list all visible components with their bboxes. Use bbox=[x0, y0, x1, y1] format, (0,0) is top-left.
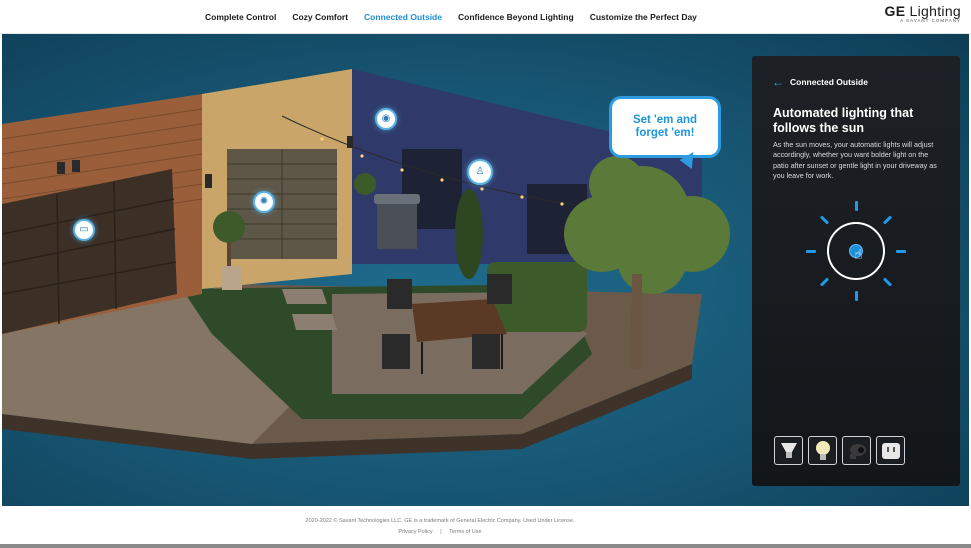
wall-light bbox=[205, 174, 212, 188]
stepping-stone bbox=[292, 314, 337, 330]
nav-customize-perfect-day[interactable]: Customize the Perfect Day bbox=[590, 12, 697, 22]
nav-complete-control[interactable]: Complete Control bbox=[205, 12, 276, 22]
nav-cozy-comfort[interactable]: Cozy Comfort bbox=[292, 12, 348, 22]
panel-description: As the sun moves, your automatic lights … bbox=[773, 140, 937, 181]
sun-animation[interactable]: ☝ bbox=[806, 201, 906, 301]
top-header: Complete Control Cozy Comfort Connected … bbox=[0, 0, 971, 34]
product-list bbox=[774, 436, 905, 465]
bottom-edge-bar bbox=[0, 544, 971, 548]
patio-light-icon[interactable]: ✺ bbox=[253, 191, 275, 213]
bulb-icon[interactable] bbox=[808, 436, 837, 465]
footer-separator: | bbox=[440, 529, 442, 535]
info-panel: ← Connected Outside Automated lighting t… bbox=[752, 56, 960, 486]
privacy-policy-link[interactable]: Privacy Policy bbox=[398, 529, 432, 535]
topiary bbox=[213, 211, 245, 243]
panel-title: Automated lighting that follows the sun bbox=[773, 106, 914, 135]
tip-text: Set 'em and forget 'em! bbox=[632, 113, 698, 139]
planter bbox=[222, 266, 242, 290]
string-light-icon[interactable]: ♙ bbox=[467, 159, 493, 185]
sun-ray bbox=[882, 277, 893, 287]
terms-of-use-link[interactable]: Terms of Use bbox=[449, 529, 481, 535]
copyright-text: 2020-2022 © Savant Technologies LLC. GE … bbox=[305, 518, 575, 524]
stepping-stone bbox=[282, 289, 327, 304]
camera-icon[interactable]: ◉ bbox=[375, 108, 397, 130]
topiary-trunk bbox=[227, 242, 231, 267]
hand-cursor-icon: ☝ bbox=[854, 246, 863, 262]
cypress bbox=[455, 189, 483, 279]
sun-ray bbox=[806, 250, 816, 253]
sun-ray bbox=[819, 215, 830, 225]
main-nav: Complete Control Cozy Comfort Connected … bbox=[205, 0, 697, 34]
logo-brand: GE bbox=[884, 3, 906, 19]
sun-ray bbox=[882, 215, 893, 225]
footer-links: Privacy Policy | Terms of Use bbox=[0, 529, 880, 535]
wall-light bbox=[57, 162, 65, 174]
sun-ray bbox=[855, 201, 858, 211]
ge-lighting-logo[interactable]: GE Lighting A SAVANT COMPANY bbox=[885, 3, 961, 23]
garage-controller-icon[interactable]: ▭ bbox=[73, 219, 95, 241]
wall-light bbox=[347, 136, 353, 148]
flood-bulb-icon[interactable] bbox=[774, 436, 803, 465]
topiary bbox=[354, 173, 376, 195]
sun-ray bbox=[896, 250, 906, 253]
wall-light bbox=[72, 160, 80, 172]
footer: 2020-2022 © Savant Technologies LLC. GE … bbox=[0, 506, 971, 548]
sun-ray bbox=[819, 277, 830, 287]
sun-ray bbox=[855, 291, 858, 301]
camera-icon[interactable] bbox=[842, 436, 871, 465]
nav-connected-outside[interactable]: Connected Outside bbox=[364, 12, 442, 22]
grill bbox=[377, 199, 417, 249]
tip-speech-bubble: Set 'em and forget 'em! bbox=[609, 96, 721, 158]
grill-lid bbox=[374, 194, 420, 204]
tree-trunk bbox=[630, 274, 642, 369]
arrow-left-icon: ← bbox=[772, 75, 784, 89]
smart-plug-icon[interactable] bbox=[876, 436, 905, 465]
logo-word: Lighting bbox=[909, 3, 961, 19]
nav-confidence-beyond-lighting[interactable]: Confidence Beyond Lighting bbox=[458, 12, 574, 22]
back-button[interactable]: ← Connected Outside bbox=[772, 76, 868, 88]
back-button-label: Connected Outside bbox=[790, 77, 868, 87]
